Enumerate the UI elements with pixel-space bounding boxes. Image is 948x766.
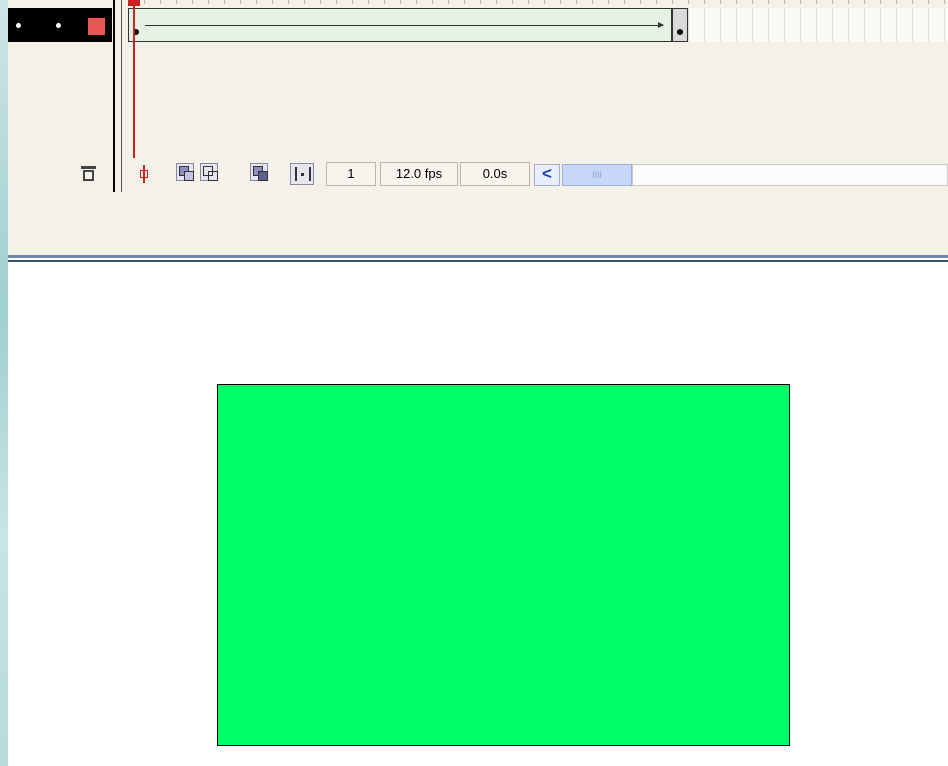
motion-tween-span[interactable] — [128, 8, 672, 42]
background-strip — [0, 0, 8, 766]
playhead[interactable] — [133, 0, 135, 158]
end-keyframe-dot[interactable] — [677, 29, 683, 35]
horizontal-scroll-thumb[interactable]: IIII — [562, 164, 632, 186]
frame-ruler[interactable] — [128, 0, 948, 4]
frame-rate-field[interactable]: 12.0 fps — [380, 162, 458, 186]
modify-markers-icon[interactable] — [290, 163, 314, 185]
onion-skin-icon[interactable] — [176, 163, 194, 181]
elapsed-time-field: 0.0s — [460, 162, 530, 186]
end-keyframe[interactable] — [672, 8, 688, 42]
layer-outline-color-box[interactable] — [88, 18, 105, 35]
stage-rectangle[interactable] — [217, 384, 790, 746]
eye-visibility-dot[interactable] — [16, 23, 21, 28]
edit-multiple-frames-icon[interactable] — [250, 163, 268, 181]
horizontal-scroll-track[interactable] — [632, 164, 948, 186]
timeline-toolbar: 1 12.0 fps 0.0s < IIII — [8, 158, 948, 190]
lock-dot[interactable] — [56, 23, 61, 28]
onion-skin-outlines-icon[interactable] — [200, 163, 218, 181]
current-frame-field: 1 — [326, 162, 376, 186]
layer-row[interactable] — [8, 8, 112, 42]
tween-arrow — [145, 22, 664, 28]
trash-icon[interactable] — [78, 163, 100, 185]
center-frame-icon[interactable] — [134, 163, 154, 185]
scroll-left-arrow-icon[interactable]: < — [534, 164, 560, 186]
panel-separator[interactable] — [8, 255, 948, 269]
empty-frames[interactable] — [688, 8, 948, 42]
